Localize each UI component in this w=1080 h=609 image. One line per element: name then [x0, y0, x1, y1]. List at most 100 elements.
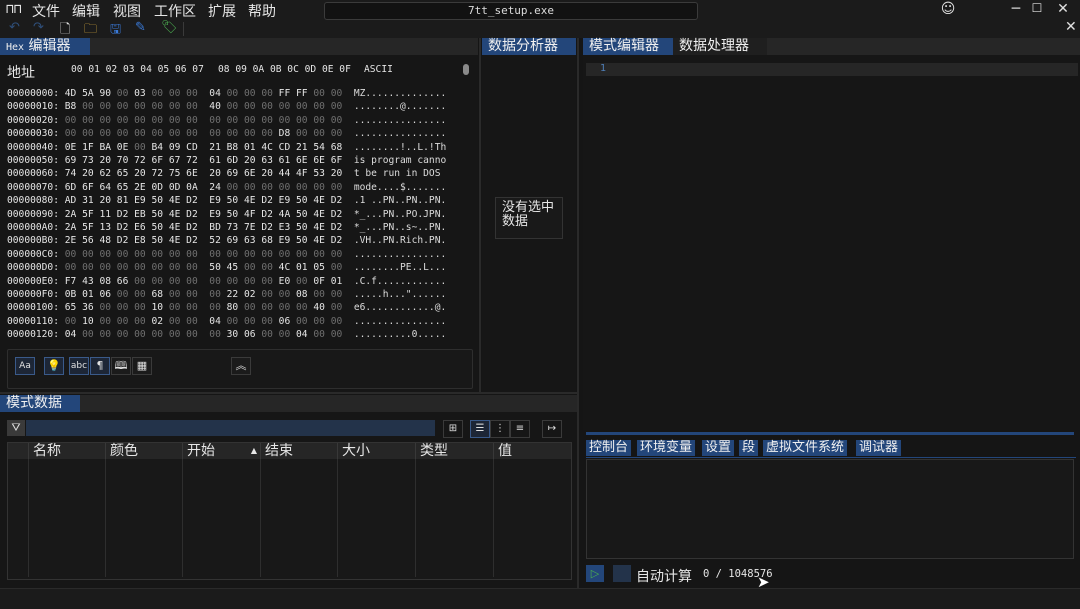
- hex-byte[interactable]: 50: [296, 209, 308, 220]
- hex-byte[interactable]: 00: [99, 316, 111, 327]
- hex-byte[interactable]: 30: [227, 329, 239, 340]
- hex-ascii[interactable]: .VH..PN.Rich.PN.: [354, 235, 446, 246]
- hex-ascii[interactable]: ..........0.....: [354, 329, 446, 340]
- hex-byte[interactable]: 00: [331, 115, 343, 126]
- hex-byte[interactable]: 00: [151, 249, 163, 260]
- hex-byte[interactable]: 00: [313, 289, 325, 300]
- hex-byte[interactable]: 00: [169, 115, 181, 126]
- hex-byte[interactable]: 06: [99, 289, 111, 300]
- hex-byte[interactable]: CD: [279, 142, 291, 153]
- hex-byte[interactable]: 00: [331, 289, 343, 300]
- hex-byte[interactable]: 00: [65, 249, 77, 260]
- hex-byte[interactable]: E9: [209, 209, 221, 220]
- close-tab-icon[interactable]: ✕: [1065, 19, 1077, 35]
- hex-byte[interactable]: 00: [244, 128, 256, 139]
- hex-byte[interactable]: 00: [117, 101, 129, 112]
- hex-byte[interactable]: D2: [261, 209, 273, 220]
- menu-edit[interactable]: 编辑: [72, 1, 100, 21]
- hex-byte[interactable]: 00: [134, 101, 146, 112]
- hex-byte[interactable]: 00: [313, 101, 325, 112]
- hex-byte[interactable]: 00: [261, 182, 273, 193]
- view-icon-2[interactable]: ☰: [470, 420, 490, 438]
- hex-byte[interactable]: 00: [99, 262, 111, 273]
- tab-pattern-data[interactable]: 模式数据: [0, 395, 80, 412]
- hex-byte[interactable]: 00: [134, 289, 146, 300]
- hex-byte[interactable]: 00: [209, 289, 221, 300]
- hex-byte[interactable]: 00: [227, 249, 239, 260]
- hex-byte[interactable]: D2: [331, 222, 343, 233]
- hex-byte[interactable]: 2E: [65, 235, 77, 246]
- view-icon-4[interactable]: ≡: [510, 420, 530, 438]
- hex-byte[interactable]: 1F: [82, 142, 94, 153]
- menu-file[interactable]: 文件: [32, 1, 60, 21]
- hex-byte[interactable]: 06: [244, 329, 256, 340]
- hex-byte[interactable]: 00: [279, 289, 291, 300]
- hex-byte[interactable]: 00: [134, 302, 146, 313]
- hex-byte[interactable]: 00: [117, 128, 129, 139]
- hex-byte[interactable]: 00: [261, 128, 273, 139]
- hex-byte[interactable]: 64: [99, 182, 111, 193]
- hex-ascii[interactable]: .....h..."......: [354, 289, 446, 300]
- hex-byte[interactable]: 40: [209, 101, 221, 112]
- hex-ascii[interactable]: ........!..L.!Th: [354, 142, 446, 153]
- hex-byte[interactable]: D2: [261, 222, 273, 233]
- hex-byte[interactable]: 00: [244, 302, 256, 313]
- hex-byte[interactable]: 62: [99, 168, 111, 179]
- hex-byte[interactable]: E8: [134, 235, 146, 246]
- tab-settings[interactable]: 设置: [702, 440, 735, 456]
- tab-hex-editor[interactable]: Hex 编辑器: [0, 38, 90, 55]
- hex-byte[interactable]: FF: [279, 88, 291, 99]
- hex-row[interactable]: 00000110: 00 10 00 00 00 02 00 00 04 00 …: [7, 316, 446, 329]
- hex-byte[interactable]: 4E: [169, 209, 181, 220]
- hex-byte[interactable]: 00: [261, 115, 273, 126]
- hex-byte[interactable]: 00: [99, 329, 111, 340]
- hex-ascii[interactable]: ........PE..L...: [354, 262, 446, 273]
- hex-byte[interactable]: 4E: [169, 222, 181, 233]
- editor-splitter[interactable]: [586, 432, 1074, 435]
- hex-byte[interactable]: 00: [313, 115, 325, 126]
- hex-byte[interactable]: 00: [134, 142, 146, 153]
- hex-byte[interactable]: 4D: [65, 88, 77, 99]
- hex-byte[interactable]: 48: [99, 235, 111, 246]
- hex-byte[interactable]: 69: [65, 155, 77, 166]
- hex-byte[interactable]: 00: [244, 262, 256, 273]
- hex-byte[interactable]: 00: [186, 88, 198, 99]
- hex-byte[interactable]: 24: [209, 182, 221, 193]
- hex-byte[interactable]: 02: [151, 316, 163, 327]
- hex-byte[interactable]: E0: [279, 276, 291, 287]
- hex-byte[interactable]: AD: [65, 195, 77, 206]
- hex-byte[interactable]: D2: [186, 195, 198, 206]
- console-output[interactable]: [586, 459, 1074, 559]
- hex-byte[interactable]: 00: [82, 101, 94, 112]
- hex-byte[interactable]: 00: [313, 88, 325, 99]
- hex-ascii[interactable]: ................: [354, 249, 446, 260]
- hex-byte[interactable]: 00: [279, 115, 291, 126]
- hex-byte[interactable]: 43: [82, 276, 94, 287]
- hex-byte[interactable]: 00: [279, 302, 291, 313]
- hex-byte[interactable]: CD: [186, 142, 198, 153]
- hex-byte[interactable]: 00: [82, 329, 94, 340]
- hex-byte[interactable]: 00: [117, 262, 129, 273]
- hex-byte[interactable]: 81: [117, 195, 129, 206]
- hex-byte[interactable]: 50: [151, 235, 163, 246]
- hex-byte[interactable]: 00: [244, 101, 256, 112]
- hex-byte[interactable]: 6E: [186, 168, 198, 179]
- hex-byte[interactable]: D2: [331, 195, 343, 206]
- hex-byte[interactable]: 00: [296, 249, 308, 260]
- hex-byte[interactable]: 68: [331, 142, 343, 153]
- hex-byte[interactable]: 20: [261, 168, 273, 179]
- hex-byte[interactable]: 00: [186, 302, 198, 313]
- hex-byte[interactable]: EB: [134, 209, 146, 220]
- hex-byte[interactable]: 68: [151, 289, 163, 300]
- hex-byte[interactable]: 00: [244, 249, 256, 260]
- menu-view[interactable]: 视图: [113, 1, 141, 21]
- hex-byte[interactable]: 09: [169, 142, 181, 153]
- hex-ascii[interactable]: *_...PN..s~..PN.: [354, 222, 446, 233]
- hex-byte[interactable]: 0D: [169, 182, 181, 193]
- hex-ascii[interactable]: mode....$.......: [354, 182, 446, 193]
- tab-console[interactable]: 控制台: [586, 440, 632, 456]
- hex-byte[interactable]: 00: [82, 128, 94, 139]
- hex-byte[interactable]: 00: [117, 88, 129, 99]
- hex-row[interactable]: 00000100: 65 36 00 00 00 10 00 00 00 80 …: [7, 302, 446, 315]
- hex-byte[interactable]: 00: [296, 302, 308, 313]
